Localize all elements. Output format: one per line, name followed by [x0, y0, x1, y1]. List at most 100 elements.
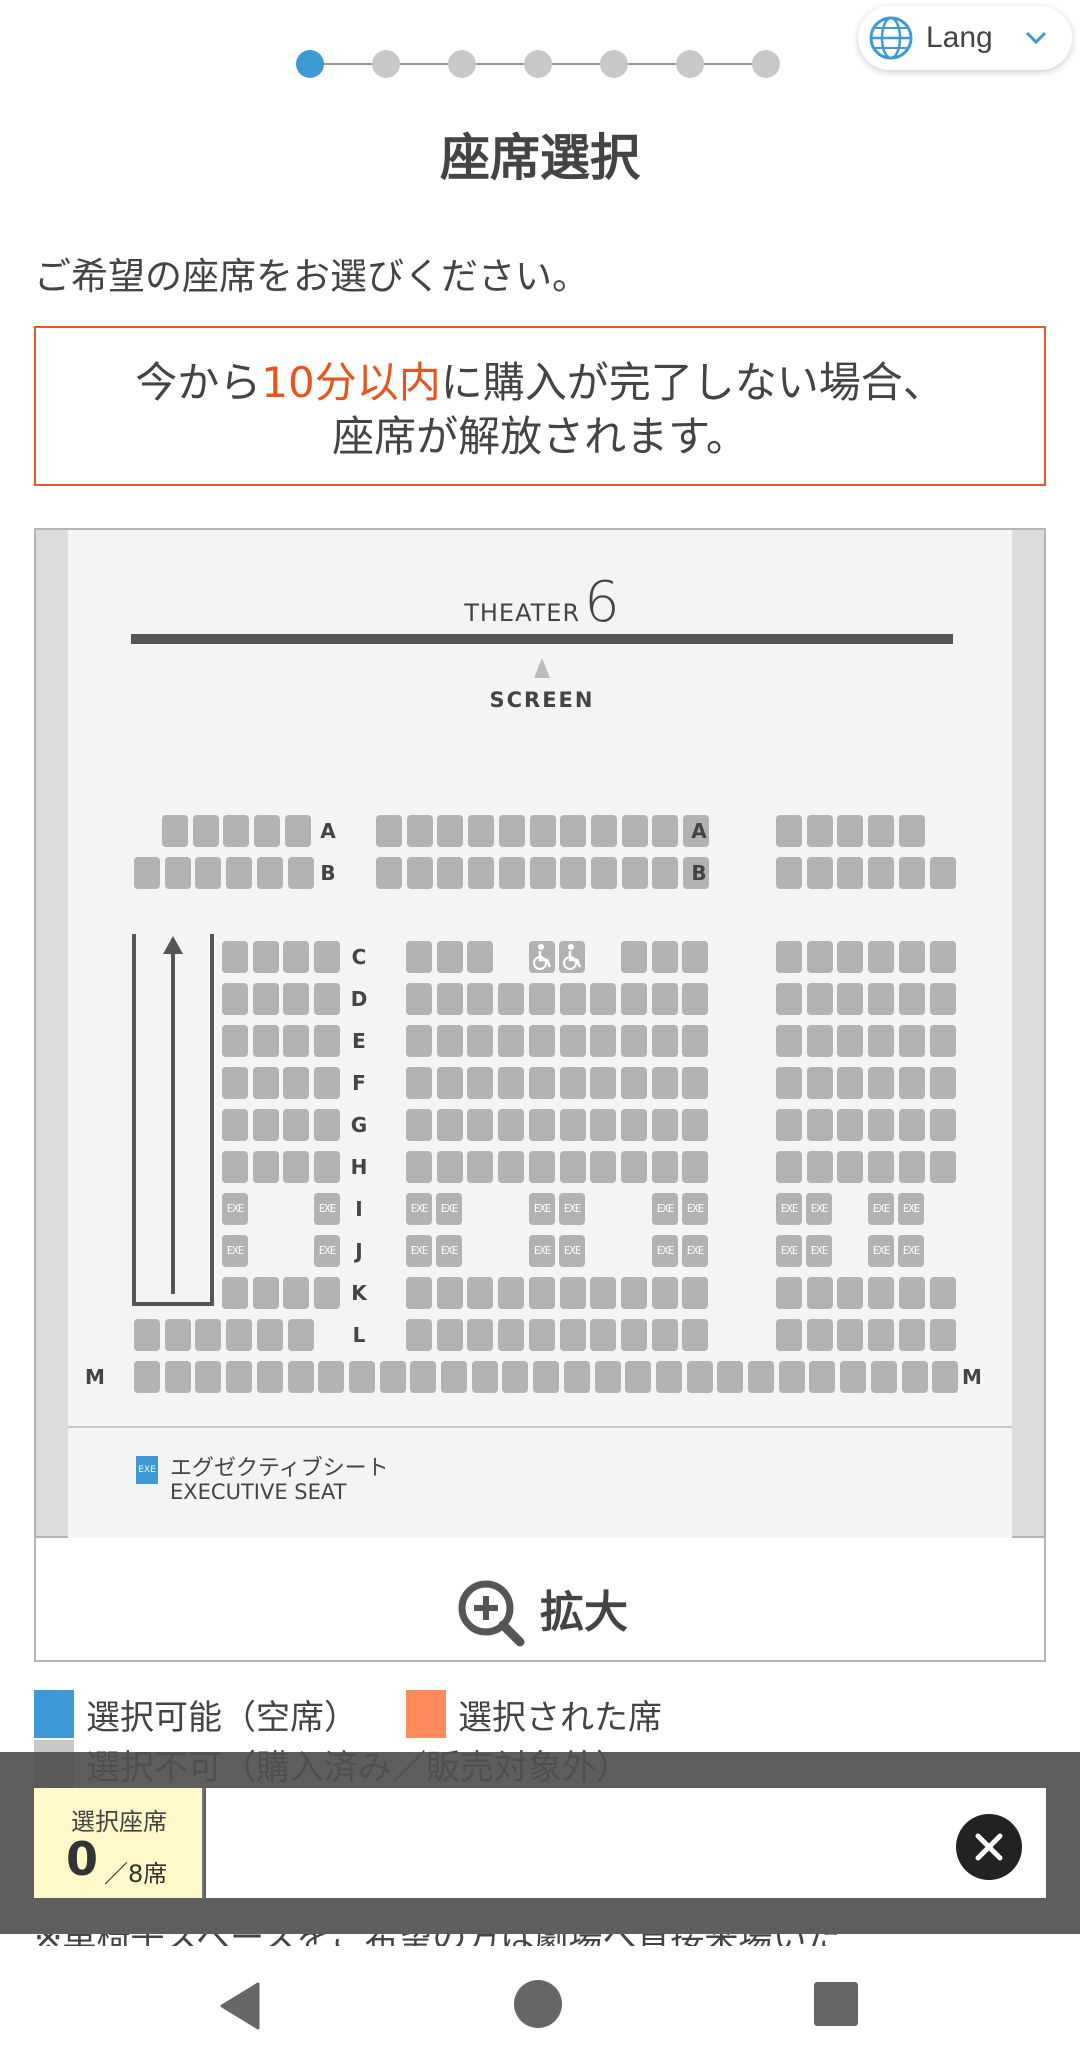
- seat[interactable]: [837, 857, 863, 889]
- seat[interactable]: [682, 1277, 708, 1309]
- seat[interactable]: [682, 1067, 708, 1099]
- seat[interactable]: [930, 857, 956, 889]
- seat[interactable]: [930, 1109, 956, 1141]
- exe-seat[interactable]: EXE: [436, 1235, 462, 1267]
- seat[interactable]: [930, 941, 956, 973]
- seat[interactable]: [621, 1067, 647, 1099]
- seat[interactable]: [930, 1277, 956, 1309]
- seat[interactable]: [253, 1109, 279, 1141]
- seat[interactable]: [222, 1067, 248, 1099]
- seat[interactable]: [807, 941, 833, 973]
- seat[interactable]: [590, 1067, 616, 1099]
- seat[interactable]: [498, 1151, 524, 1183]
- seat[interactable]: [591, 857, 617, 889]
- seat[interactable]: [590, 1151, 616, 1183]
- seat[interactable]: [560, 983, 586, 1015]
- seat[interactable]: [868, 1109, 894, 1141]
- seat[interactable]: [930, 1151, 956, 1183]
- exe-seat[interactable]: EXE: [559, 1193, 585, 1225]
- exe-seat[interactable]: EXE: [898, 1193, 924, 1225]
- seat[interactable]: [349, 1361, 375, 1393]
- exe-seat[interactable]: EXE: [652, 1235, 678, 1267]
- seat[interactable]: [226, 1361, 252, 1393]
- seat[interactable]: [590, 1109, 616, 1141]
- seat[interactable]: [776, 1277, 802, 1309]
- seat[interactable]: [253, 1025, 279, 1057]
- back-icon[interactable]: [218, 1982, 262, 2030]
- seat[interactable]: [560, 857, 586, 889]
- seat[interactable]: [318, 1361, 344, 1393]
- seat[interactable]: [288, 857, 314, 889]
- seat[interactable]: [499, 857, 525, 889]
- seat[interactable]: [652, 1277, 678, 1309]
- recent-apps-icon[interactable]: [814, 1982, 858, 2026]
- seat[interactable]: [437, 1025, 463, 1057]
- seat[interactable]: [253, 1151, 279, 1183]
- seat[interactable]: [406, 1067, 432, 1099]
- home-icon[interactable]: [514, 1980, 562, 2028]
- seat[interactable]: [437, 1151, 463, 1183]
- seat[interactable]: [807, 1277, 833, 1309]
- seat[interactable]: [682, 1319, 708, 1351]
- seat[interactable]: [590, 1277, 616, 1309]
- seat[interactable]: [868, 941, 894, 973]
- seat[interactable]: [222, 1109, 248, 1141]
- seat[interactable]: [253, 941, 279, 973]
- seat[interactable]: [223, 815, 249, 847]
- seat[interactable]: [776, 1319, 802, 1351]
- exe-seat[interactable]: EXE: [682, 1235, 708, 1267]
- seat[interactable]: [529, 1319, 555, 1351]
- seat[interactable]: [930, 983, 956, 1015]
- seat[interactable]: [656, 1361, 682, 1393]
- seat[interactable]: [621, 983, 647, 1015]
- exe-seat[interactable]: EXE: [776, 1235, 802, 1267]
- seat[interactable]: [776, 941, 802, 973]
- seat[interactable]: [779, 1361, 805, 1393]
- seat[interactable]: [222, 983, 248, 1015]
- seat[interactable]: [165, 1319, 191, 1351]
- seat[interactable]: [652, 857, 678, 889]
- seat[interactable]: [652, 1151, 678, 1183]
- seat[interactable]: [253, 1067, 279, 1099]
- wheelchair-seat[interactable]: [529, 941, 555, 973]
- seat[interactable]: [590, 1319, 616, 1351]
- seat[interactable]: [837, 1025, 863, 1057]
- seat[interactable]: [717, 1361, 743, 1393]
- seat[interactable]: [437, 1067, 463, 1099]
- seat[interactable]: [134, 1319, 160, 1351]
- seat[interactable]: [899, 1067, 925, 1099]
- seat[interactable]: [437, 983, 463, 1015]
- seat[interactable]: [930, 1067, 956, 1099]
- seat[interactable]: [560, 1067, 586, 1099]
- seat[interactable]: [498, 1319, 524, 1351]
- seat[interactable]: [314, 1277, 340, 1309]
- seat[interactable]: [560, 1025, 586, 1057]
- seat[interactable]: [165, 1361, 191, 1393]
- seat[interactable]: [560, 1319, 586, 1351]
- seat[interactable]: [621, 1277, 647, 1309]
- seat[interactable]: [406, 1319, 432, 1351]
- exe-seat[interactable]: EXE: [868, 1235, 894, 1267]
- seat[interactable]: [283, 1109, 309, 1141]
- seat[interactable]: [257, 1319, 283, 1351]
- seat[interactable]: [868, 1067, 894, 1099]
- seat[interactable]: [590, 1025, 616, 1057]
- seat[interactable]: [868, 1025, 894, 1057]
- seat[interactable]: [807, 983, 833, 1015]
- seat[interactable]: [380, 1361, 406, 1393]
- exe-seat[interactable]: EXE: [806, 1235, 832, 1267]
- seat[interactable]: [687, 1361, 713, 1393]
- seat[interactable]: [807, 1025, 833, 1057]
- seat[interactable]: [899, 1277, 925, 1309]
- seat[interactable]: [682, 1109, 708, 1141]
- seat[interactable]: [560, 1109, 586, 1141]
- seat[interactable]: [406, 1151, 432, 1183]
- seat[interactable]: [314, 1067, 340, 1099]
- seat[interactable]: [837, 1109, 863, 1141]
- seat[interactable]: [902, 1361, 928, 1393]
- seat[interactable]: [283, 941, 309, 973]
- seat[interactable]: [314, 1025, 340, 1057]
- seat[interactable]: [253, 983, 279, 1015]
- exe-seat[interactable]: EXE: [559, 1235, 585, 1267]
- wheelchair-seat[interactable]: [559, 941, 585, 973]
